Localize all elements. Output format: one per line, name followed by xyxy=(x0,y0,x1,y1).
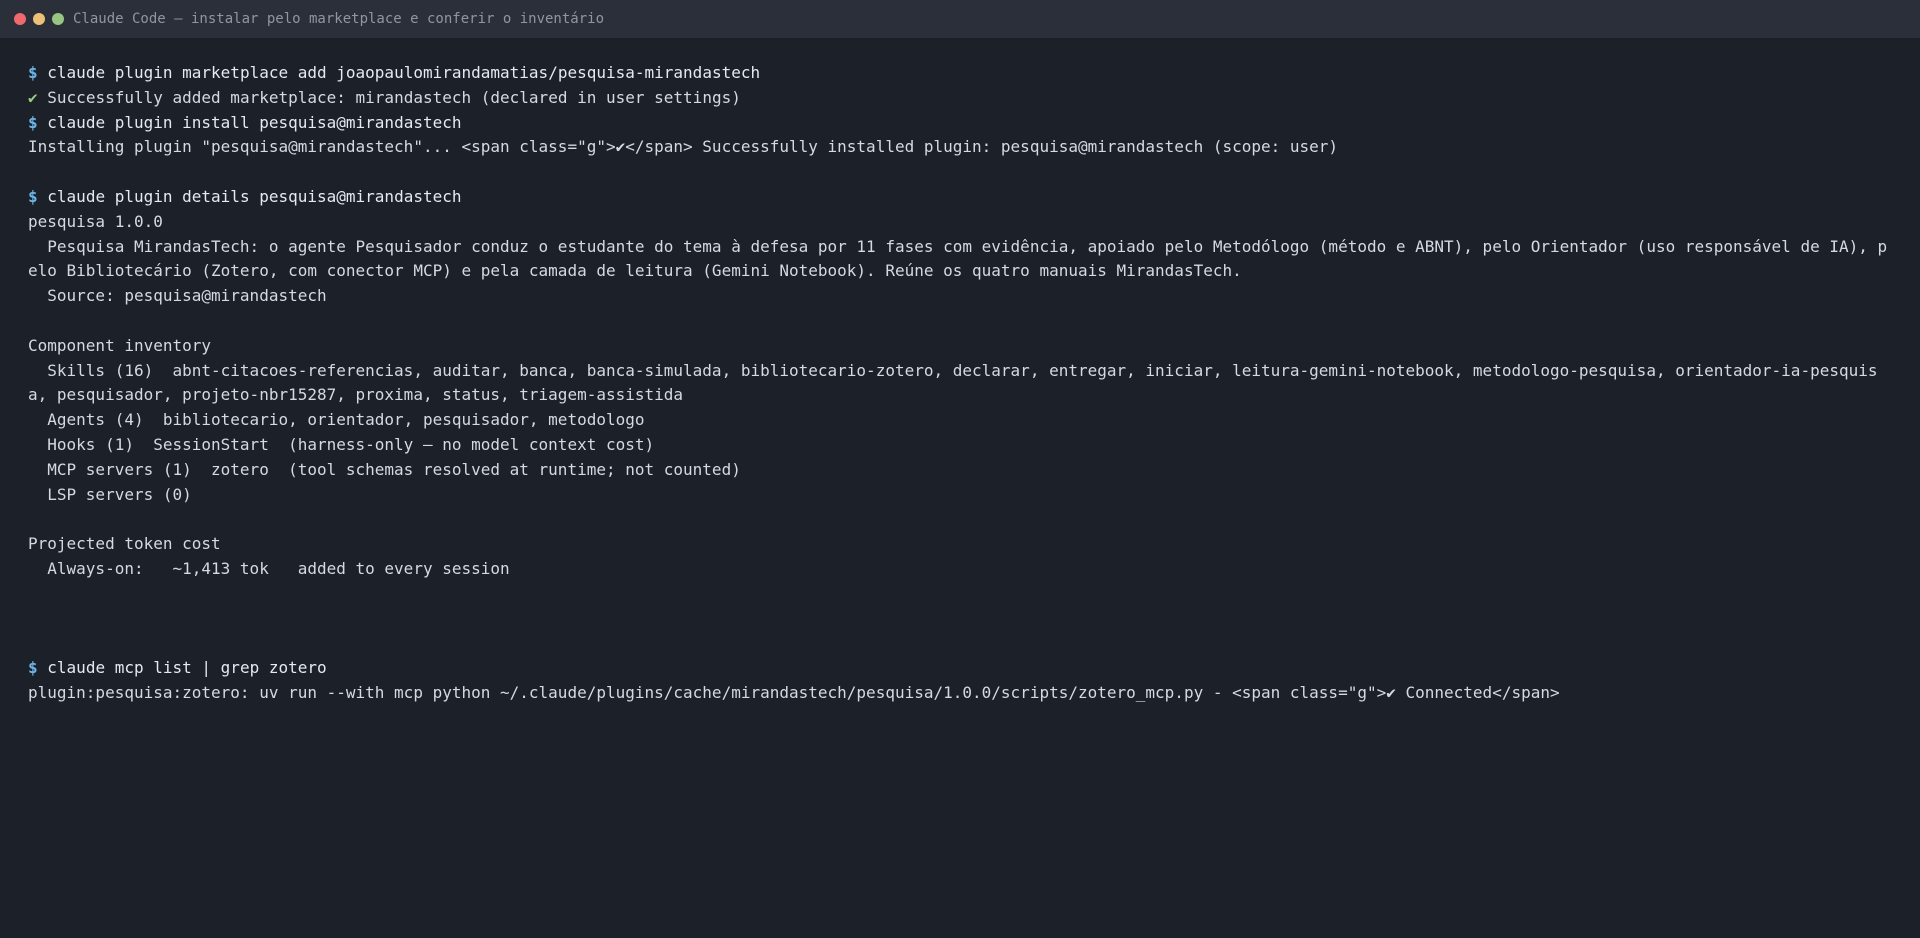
window-title: Claude Code — instalar pelo marketplace … xyxy=(73,11,605,27)
output-text: Always-on: ~1,413 tok added to every ses… xyxy=(28,558,510,578)
output-text: plugin:pesquisa:zotero: uv run --with mc… xyxy=(28,682,1560,702)
minimize-window-button[interactable] xyxy=(33,13,45,25)
output-text: Projected token cost xyxy=(28,534,221,554)
output-text: MCP servers (1) zotero (tool schemas res… xyxy=(28,459,741,479)
prompt-symbol: $ xyxy=(28,112,38,132)
output-line: ✔ Successfully added marketplace: mirand… xyxy=(28,86,1892,111)
output-line: pesquisa 1.0.0 xyxy=(28,210,1892,235)
output-text: Skills (16) abnt-citacoes-referencias, a… xyxy=(28,360,1878,405)
success-message: Successfully added marketplace: mirandas… xyxy=(47,87,741,107)
maximize-window-button[interactable] xyxy=(52,13,64,25)
output-line: Component inventory xyxy=(28,334,1892,359)
command-line: $ claude plugin details pesquisa@miranda… xyxy=(28,185,1892,210)
output-line: Hooks (1) SessionStart (harness-only — n… xyxy=(28,433,1892,458)
command-line: $ claude mcp list | grep zotero xyxy=(28,656,1892,681)
output-text: Installing plugin "pesquisa@mirandastech… xyxy=(28,137,1339,157)
terminal-output[interactable]: $ claude plugin marketplace add joaopaul… xyxy=(0,38,1920,706)
check-icon: ✔ xyxy=(28,87,38,107)
command-text: claude plugin marketplace add joaopaulom… xyxy=(47,63,761,82)
command-text: claude plugin install pesquisa@mirandast… xyxy=(47,112,462,132)
prompt-symbol: $ xyxy=(28,63,38,82)
output-text: Component inventory xyxy=(28,335,212,355)
output-line: plugin:pesquisa:zotero: uv run --with mc… xyxy=(28,681,1892,706)
prompt-symbol: $ xyxy=(28,658,38,678)
output-text: pesquisa 1.0.0 xyxy=(28,211,163,231)
prompt-symbol: $ xyxy=(28,186,38,206)
close-window-button[interactable] xyxy=(14,13,26,25)
command-text: claude mcp list | grep zotero xyxy=(47,658,327,678)
output-line: Source: pesquisa@mirandastech xyxy=(28,284,1892,309)
output-text: Agents (4) bibliotecario, orientador, pe… xyxy=(28,410,645,430)
output-line: Skills (16) abnt-citacoes-referencias, a… xyxy=(28,359,1892,409)
output-line: Always-on: ~1,413 tok added to every ses… xyxy=(28,557,1892,582)
command-line: $ claude plugin install pesquisa@miranda… xyxy=(28,111,1892,136)
output-text: LSP servers (0) xyxy=(28,484,192,504)
output-line: Agents (4) bibliotecario, orientador, pe… xyxy=(28,408,1892,433)
output-text: Source: pesquisa@mirandastech xyxy=(28,286,327,306)
output-line: LSP servers (0) xyxy=(28,483,1892,508)
output-text: Pesquisa MirandasTech: o agente Pesquisa… xyxy=(28,236,1888,281)
output-line: Projected token cost xyxy=(28,532,1892,557)
output-line: MCP servers (1) zotero (tool schemas res… xyxy=(28,458,1892,483)
output-text: Hooks (1) SessionStart (harness-only — n… xyxy=(28,434,655,454)
title-bar: Claude Code — instalar pelo marketplace … xyxy=(0,0,1920,38)
terminal-window: Claude Code — instalar pelo marketplace … xyxy=(0,0,1920,938)
output-line: Installing plugin "pesquisa@mirandastech… xyxy=(28,135,1892,160)
output-line: Pesquisa MirandasTech: o agente Pesquisa… xyxy=(28,235,1892,285)
command-line: $ claude plugin marketplace add joaopaul… xyxy=(28,61,1892,86)
command-text: claude plugin details pesquisa@mirandast… xyxy=(47,186,462,206)
